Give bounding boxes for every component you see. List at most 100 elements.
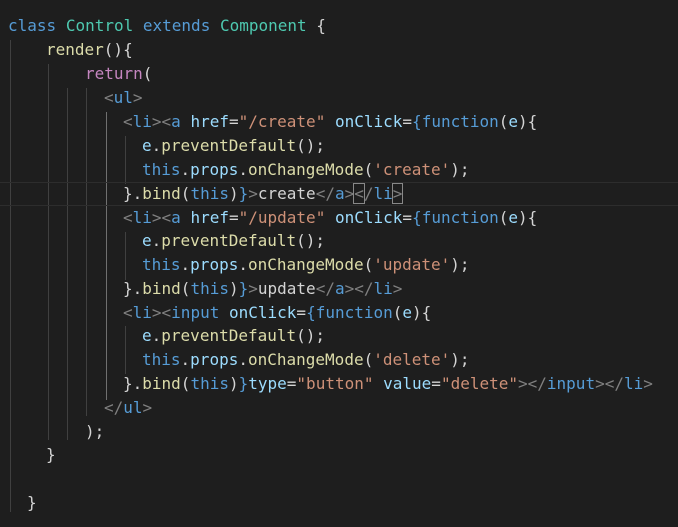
- code-token: ();: [296, 136, 326, 155]
- code-line[interactable]: }.bind(this)}type="button" value="delete…: [123, 372, 653, 396]
- code-token: >: [344, 184, 355, 203]
- code-token: >: [248, 184, 258, 203]
- code-token: );: [450, 160, 470, 179]
- code-token: (: [392, 303, 403, 322]
- code-line[interactable]: <li><a href="/update" onClick={function(…: [123, 206, 537, 230]
- indent-guide: [10, 40, 11, 512]
- code-token: ><: [151, 208, 172, 227]
- code-line[interactable]: return(: [85, 62, 152, 86]
- code-token: .: [180, 350, 191, 369]
- code-token: =: [228, 112, 239, 131]
- code-line[interactable]: <ul>: [104, 86, 143, 110]
- code-token: (){: [103, 40, 133, 59]
- code-token: li: [132, 112, 152, 131]
- code-token: type: [248, 374, 287, 393]
- code-token: {: [412, 112, 422, 131]
- code-token: href: [190, 112, 229, 131]
- code-token: onChangeMode: [247, 350, 364, 369]
- code-line[interactable]: this.props.onChangeMode('delete');: [142, 348, 470, 372]
- code-token: li: [373, 279, 393, 298]
- code-token: props: [190, 255, 239, 274]
- code-token: );: [450, 350, 470, 369]
- code-token: .: [180, 160, 191, 179]
- code-token: e: [142, 326, 152, 345]
- indent-guide: [125, 136, 126, 184]
- code-line[interactable]: e.preventDefault();: [142, 134, 325, 158]
- code-token: (: [180, 184, 191, 203]
- code-token: >: [392, 279, 403, 298]
- code-token: {: [306, 16, 326, 35]
- code-token: ><: [151, 112, 172, 131]
- code-token: .: [151, 231, 162, 250]
- code-token: .: [151, 136, 162, 155]
- code-line[interactable]: );: [85, 420, 104, 444]
- code-token: }: [238, 374, 249, 393]
- code-line[interactable]: }: [46, 443, 56, 467]
- code-token: return: [85, 64, 143, 83]
- code-token: bind: [142, 374, 181, 393]
- code-token: ){: [412, 303, 432, 322]
- code-token: input: [546, 374, 596, 393]
- code-token: </: [315, 184, 335, 203]
- code-token: ){: [518, 208, 538, 227]
- code-token: props: [190, 350, 239, 369]
- code-token: >: [142, 398, 153, 417]
- code-token: .: [238, 255, 248, 274]
- code-token: }.: [123, 184, 143, 203]
- code-token: onChangeMode: [247, 255, 364, 274]
- code-token: .: [238, 350, 248, 369]
- code-line[interactable]: }: [27, 491, 37, 515]
- code-token: e: [402, 303, 413, 322]
- code-token: ></: [344, 279, 374, 298]
- code-line[interactable]: this.props.onChangeMode('update');: [142, 253, 470, 277]
- code-token: =: [402, 112, 413, 131]
- code-token: ul: [123, 398, 143, 417]
- code-token: e: [142, 231, 152, 250]
- code-token: }: [238, 184, 249, 203]
- code-token: </: [104, 398, 124, 417]
- code-line-current[interactable]: }.bind(this)}>create</a></li>: [0, 182, 678, 206]
- code-token: li: [132, 208, 152, 227]
- code-token: preventDefault: [161, 136, 297, 155]
- code-token: a: [171, 112, 181, 131]
- indent-guide: [86, 88, 87, 416]
- code-line[interactable]: this.props.onChangeMode('create');: [142, 158, 470, 182]
- code-line[interactable]: class Control extends Component {: [8, 14, 326, 38]
- code-token: =: [296, 303, 307, 322]
- code-editor[interactable]: class Control extends Component { render…: [0, 0, 678, 527]
- code-token: <: [123, 303, 133, 322]
- code-token: <: [123, 208, 133, 227]
- code-token: a: [334, 184, 345, 203]
- bracket-match: <: [353, 183, 365, 204]
- code-token: function: [421, 112, 499, 131]
- code-line[interactable]: e.preventDefault();: [142, 229, 325, 253]
- code-line[interactable]: render(){: [46, 38, 133, 62]
- code-line[interactable]: e.preventDefault();: [142, 324, 325, 348]
- code-token: props: [190, 160, 239, 179]
- code-token: ): [228, 184, 239, 203]
- code-token: Component: [219, 16, 307, 35]
- code-line[interactable]: <li><a href="/create" onClick={function(…: [123, 110, 537, 134]
- code-line[interactable]: }.bind(this)}>update</a></li>: [123, 277, 402, 301]
- code-token: <: [104, 88, 114, 107]
- code-token: value: [383, 374, 432, 393]
- code-token: =: [431, 374, 441, 393]
- code-line[interactable]: <li><input onClick={function(e){: [123, 301, 431, 325]
- code-token: (: [180, 279, 191, 298]
- code-line[interactable]: </ul>: [104, 396, 152, 420]
- code-token: >: [248, 279, 258, 298]
- code-token: this: [190, 374, 229, 393]
- code-token: e: [142, 136, 152, 155]
- code-token: input: [171, 303, 220, 322]
- code-token: ul: [113, 88, 133, 107]
- code-token: =: [402, 208, 413, 227]
- code-token: preventDefault: [161, 231, 297, 250]
- code-token: (: [142, 64, 153, 83]
- code-token: ></: [518, 374, 547, 393]
- code-token: .: [151, 326, 162, 345]
- code-token: (: [363, 160, 374, 179]
- code-token: ();: [296, 326, 326, 345]
